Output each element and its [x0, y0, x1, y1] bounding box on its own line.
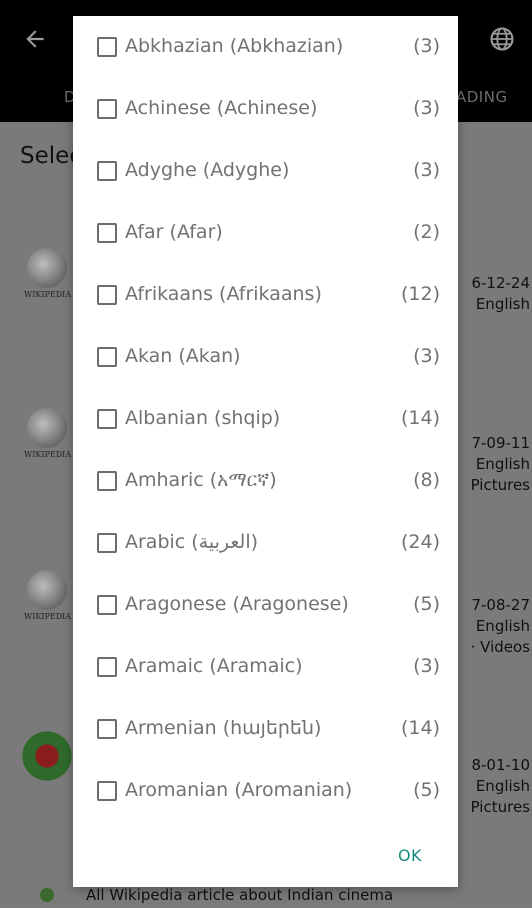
wikipedia-logo: WIKIPEDIA [24, 408, 71, 468]
language-option[interactable]: Akan (Akan) (3) [73, 326, 458, 388]
language-option[interactable]: Afar (Afar) (2) [73, 202, 458, 264]
language-option[interactable]: Albanian (shqip) (14) [73, 388, 458, 450]
language-label: Abkhazian (Abkhazian) [125, 35, 344, 57]
language-label: Adyghe (Adyghe) [125, 159, 290, 181]
language-option[interactable]: Adyghe (Adyghe) (3) [73, 140, 458, 202]
checkbox[interactable] [97, 285, 117, 305]
language-option[interactable]: Arabic (العربية) (24) [73, 512, 458, 574]
language-label: Aromanian (Aromanian) [125, 779, 353, 801]
back-arrow-icon[interactable] [22, 26, 48, 52]
language-count: (24) [400, 531, 440, 553]
wikipedia-logo: WIKIPEDIA [24, 248, 71, 308]
wikipedia-logo: WIKIPEDIA [24, 570, 71, 630]
language-count: (12) [400, 283, 440, 305]
entry-meta-3: 7-08-27 English · Videos [470, 596, 530, 656]
checkbox[interactable] [97, 409, 117, 429]
language-filter-dialog: Abkhazian (Abkhazian) (3) Achinese (Achi… [73, 16, 458, 887]
language-label: Aragonese (Aragonese) [125, 593, 349, 615]
language-count: (5) [413, 779, 440, 801]
language-label: Afrikaans (Afrikaans) [125, 283, 322, 305]
language-option[interactable]: Amharic (አማርኛ) (8) [73, 450, 458, 512]
language-globe-icon[interactable] [488, 25, 516, 53]
cinema-logo [22, 728, 72, 784]
language-label: Armenian (հայերեն) [125, 717, 322, 739]
checkbox[interactable] [97, 781, 117, 801]
language-label: Achinese (Achinese) [125, 97, 318, 119]
entry-title[interactable]: All Wikipedia article about Indian cinem… [86, 886, 393, 904]
language-label: Aramaic (Aramaic) [125, 655, 303, 677]
checkbox[interactable] [97, 347, 117, 367]
language-option[interactable]: Afrikaans (Afrikaans) (12) [73, 264, 458, 326]
tab-downloading[interactable]: ADING [456, 88, 508, 106]
entry-meta-1: 6-12-24 English [471, 274, 530, 313]
checkbox[interactable] [97, 719, 117, 739]
language-count: (3) [413, 35, 440, 57]
checkbox[interactable] [97, 223, 117, 243]
language-label: Akan (Akan) [125, 345, 241, 367]
language-label: Albanian (shqip) [125, 407, 281, 429]
language-count: (2) [413, 221, 440, 243]
language-count: (3) [413, 655, 440, 677]
indian-cinema-logo [40, 888, 54, 902]
checkbox[interactable] [97, 657, 117, 677]
language-label: Arabic (العربية) [125, 531, 259, 553]
checkbox[interactable] [97, 533, 117, 553]
language-option[interactable]: Aromanian (Aromanian) (5) [73, 760, 458, 822]
checkbox[interactable] [97, 161, 117, 181]
language-option[interactable]: Abkhazian (Abkhazian) (3) [73, 16, 458, 78]
checkbox[interactable] [97, 471, 117, 491]
checkbox[interactable] [97, 595, 117, 615]
language-count: (5) [413, 593, 440, 615]
language-option[interactable]: Achinese (Achinese) (3) [73, 78, 458, 140]
language-option[interactable]: Aramaic (Aramaic) (3) [73, 636, 458, 698]
entry-meta-2: 7-09-11 English Pictures [470, 434, 530, 494]
language-count: (14) [400, 717, 440, 739]
language-label: Amharic (አማርኛ) [125, 469, 277, 491]
language-option[interactable]: Aragonese (Aragonese) (5) [73, 574, 458, 636]
language-label: Afar (Afar) [125, 221, 223, 243]
language-count: (8) [413, 469, 440, 491]
language-count: (14) [400, 407, 440, 429]
checkbox[interactable] [97, 99, 117, 119]
ok-button[interactable]: OK [388, 844, 432, 868]
checkbox[interactable] [97, 37, 117, 57]
language-count: (3) [413, 97, 440, 119]
entry-meta-4: 8-01-10 English Pictures [470, 756, 530, 816]
language-count: (3) [413, 159, 440, 181]
language-count: (3) [413, 345, 440, 367]
language-option[interactable]: Armenian (հայերեն) (14) [73, 698, 458, 760]
